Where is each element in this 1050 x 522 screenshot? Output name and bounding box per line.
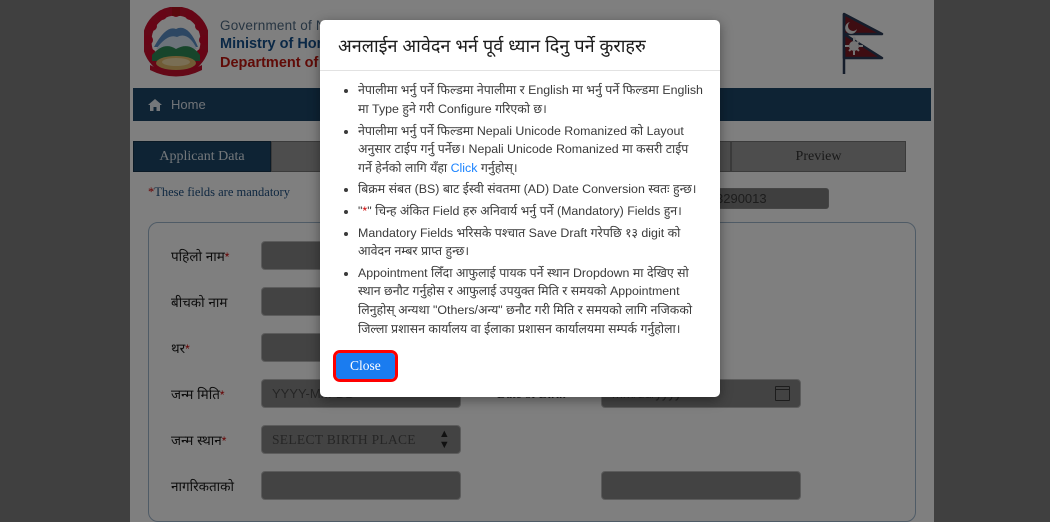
- modal-title: अनलाईन आवेदन भर्न पूर्व ध्यान दिनु पर्ने…: [338, 36, 646, 56]
- close-button[interactable]: Close: [333, 350, 398, 383]
- unicode-help-link[interactable]: Click: [451, 161, 478, 175]
- instruction-item-6: Appointment लिँदा आफुलाई पायक पर्ने स्था…: [358, 264, 704, 338]
- instruction-item-2: नेपालीमा भर्नु पर्ने फिल्डमा Nepali Unic…: [358, 122, 704, 178]
- instruction-item-1: नेपालीमा भर्नु पर्ने फिल्डमा नेपालीमा र …: [358, 81, 704, 118]
- modal-footer: Close: [320, 347, 720, 397]
- instructions-list: नेपालीमा भर्नु पर्ने फिल्डमा नेपालीमा र …: [336, 81, 704, 338]
- instructions-modal: अनलाईन आवेदन भर्न पूर्व ध्यान दिनु पर्ने…: [320, 20, 720, 398]
- modal-header: अनलाईन आवेदन भर्न पूर्व ध्यान दिनु पर्ने…: [320, 20, 720, 72]
- instruction-item-3: बिक्रम संबत (BS) बाट ईस्वी संवतमा (AD) D…: [358, 180, 704, 199]
- modal-body: नेपालीमा भर्नु पर्ने फिल्डमा नेपालीमा र …: [320, 71, 720, 347]
- instruction-item-4: "*" चिन्ह अंकित Field हरु अनिवार्य भर्नु…: [358, 202, 704, 221]
- instruction-item-5: Mandatory Fields भरिसके पश्चात Save Draf…: [358, 224, 704, 261]
